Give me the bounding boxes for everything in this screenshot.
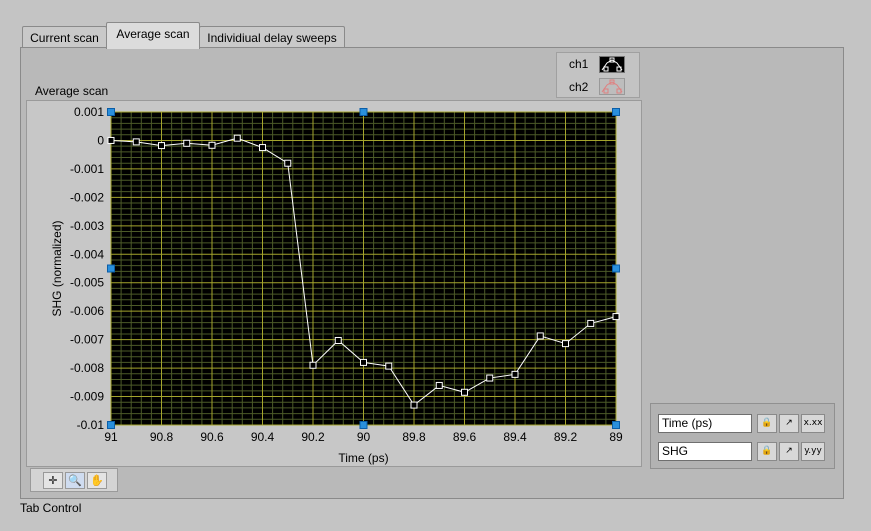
zoom-tool-icon[interactable]: 🔍	[65, 472, 85, 489]
tab-current-scan[interactable]: Current scan	[22, 26, 107, 48]
pan-tool-icon[interactable]: ✋	[87, 472, 107, 489]
y-autoscale-icon[interactable]: ↗	[779, 442, 799, 461]
graph-frame	[26, 100, 642, 467]
tab-individual-delay-sweeps[interactable]: Individiual delay sweeps	[199, 26, 345, 48]
y-lock-icon[interactable]: 🔒	[757, 442, 777, 461]
y-scale-name-field[interactable]: SHG	[658, 442, 752, 461]
plot-legend[interactable]: ch1 ch2	[556, 52, 640, 98]
x-lock-icon[interactable]: 🔒	[757, 414, 777, 433]
legend-ch2-label: ch2	[569, 80, 589, 94]
line-style-icon	[601, 57, 623, 72]
cursor-tool-icon[interactable]: ✛	[43, 472, 63, 489]
tab-average-scan[interactable]: Average scan	[106, 22, 200, 49]
graph-label: Average scan	[35, 84, 109, 98]
legend-ch1-swatch[interactable]	[599, 56, 625, 73]
tab-control-label: Tab Control	[20, 501, 82, 515]
x-format-button[interactable]: x.xx	[801, 414, 825, 433]
legend-ch2-swatch[interactable]	[599, 78, 625, 95]
y-format-button[interactable]: y.yy	[801, 442, 825, 461]
scale-legend: Time (ps) 🔒 ↗ x.xx SHG 🔒 ↗ y.yy	[650, 403, 835, 469]
line-style-icon	[601, 79, 623, 94]
x-scale-name-field[interactable]: Time (ps)	[658, 414, 752, 433]
graph-palette: ✛ 🔍 ✋	[30, 468, 118, 492]
legend-ch1-label: ch1	[569, 57, 589, 71]
x-autoscale-icon[interactable]: ↗	[779, 414, 799, 433]
